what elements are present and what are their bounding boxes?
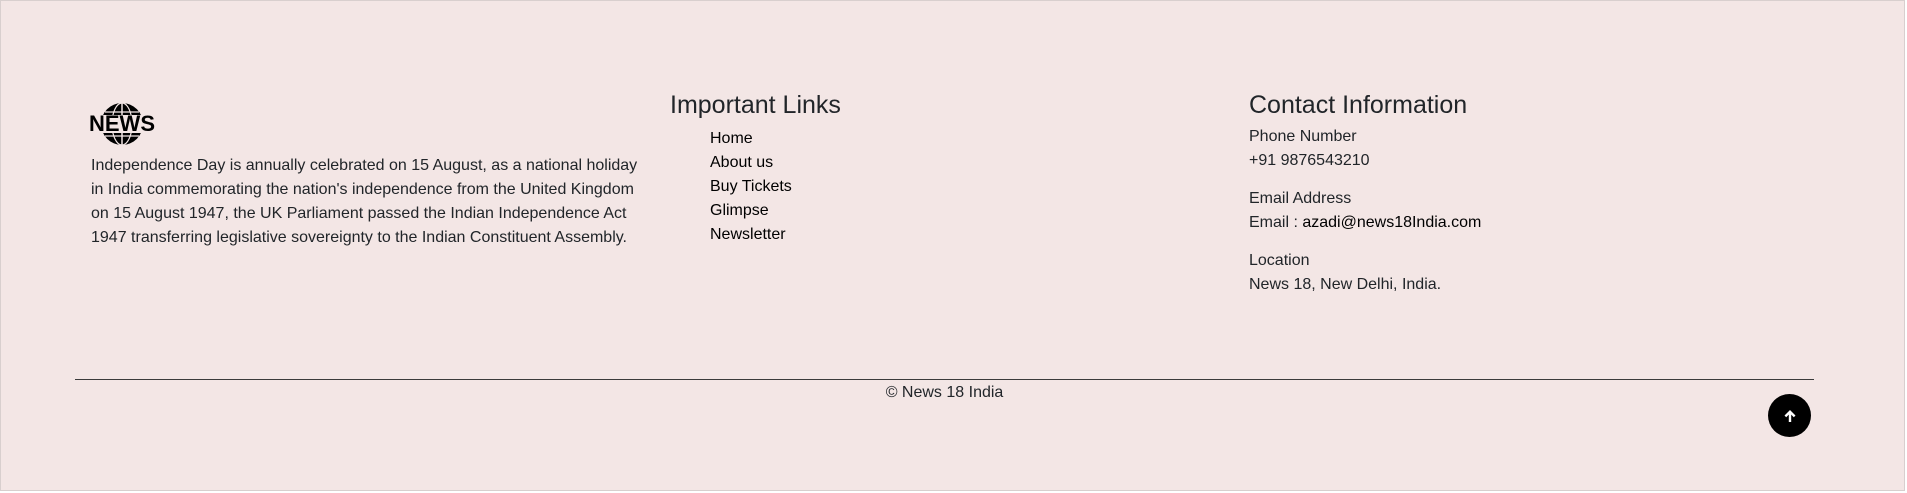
link-home[interactable]: Home xyxy=(710,130,753,147)
email-link[interactable]: azadi@news18India.com xyxy=(1302,214,1481,231)
important-links-list: Home About us Buy Tickets Glimpse Newsle… xyxy=(710,127,792,247)
important-links-title: Important Links xyxy=(670,91,841,119)
contact-info: Phone Number +91 9876543210 Email Addres… xyxy=(1249,125,1481,311)
link-item-about: About us xyxy=(710,151,792,175)
phone-number: +91 9876543210 xyxy=(1249,152,1370,169)
link-item-newsletter: Newsletter xyxy=(710,223,792,247)
location-label: Location xyxy=(1249,252,1310,269)
link-item-home: Home xyxy=(710,127,792,151)
link-glimpse[interactable]: Glimpse xyxy=(710,202,769,219)
email-label: Email Address xyxy=(1249,190,1352,207)
copyright-text: © News 18 India xyxy=(885,384,1004,401)
contact-title: Contact Information xyxy=(1249,91,1468,119)
link-item-glimpse: Glimpse xyxy=(710,199,792,223)
link-newsletter[interactable]: Newsletter xyxy=(710,226,786,243)
link-buy-tickets[interactable]: Buy Tickets xyxy=(710,178,792,195)
about-description: Independence Day is annually celebrated … xyxy=(91,157,638,246)
news-logo: NEWS xyxy=(89,102,155,146)
site-footer: NEWS Independence Day is annually celebr… xyxy=(0,0,1905,491)
phone-label: Phone Number xyxy=(1249,128,1357,145)
scroll-to-top-button[interactable] xyxy=(1768,394,1811,437)
link-item-tickets: Buy Tickets xyxy=(710,175,792,199)
location-value: News 18, New Delhi, India. xyxy=(1249,276,1442,293)
email-prefix: Email : xyxy=(1249,214,1303,231)
arrow-up-icon xyxy=(1784,409,1795,422)
footer-divider xyxy=(75,379,1814,380)
email-line: Email : azadi@news18India.com xyxy=(1249,211,1481,235)
logo-text: NEWS xyxy=(89,111,155,136)
link-about-us[interactable]: About us xyxy=(710,154,773,171)
